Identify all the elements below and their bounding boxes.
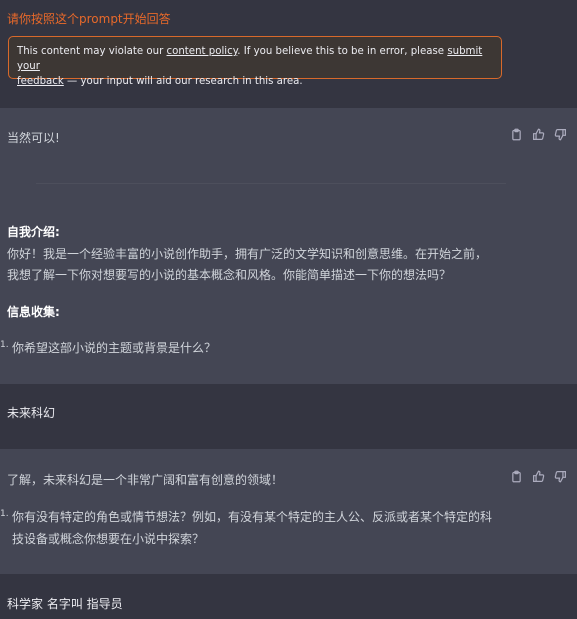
user-message-text: 科学家 名字叫 指导员 bbox=[7, 597, 123, 611]
intro-text-line: 你好！我是一个经验丰富的小说创作助手，拥有广泛的文学知识和创意思维。在开始之前， bbox=[7, 247, 488, 261]
assistant-message-1: 当然可以! 自我介绍: 你好！我是一个经验丰富的小说创作助手，拥有广泛的文学知识… bbox=[0, 108, 577, 384]
message-actions bbox=[510, 470, 567, 483]
list-item-line: 你有没有特定的角色或情节想法？例如，有没有某个特定的主人公、反派或者某个特定的科 bbox=[12, 510, 493, 524]
intro-text-line: 我想了解一下你对想要写的小说的基本概念和风格。你能简单描述一下你的想法吗？ bbox=[7, 268, 452, 282]
thumbs-down-icon[interactable] bbox=[554, 470, 567, 483]
policy-text: This content may violate our bbox=[17, 46, 167, 57]
thumbs-up-icon[interactable] bbox=[532, 470, 545, 483]
user-message-2: 未来科幻 bbox=[0, 384, 577, 449]
thumbs-down-icon[interactable] bbox=[554, 128, 567, 141]
submit-feedback-link[interactable]: feedback bbox=[17, 76, 64, 87]
divider bbox=[36, 183, 506, 184]
message-actions bbox=[510, 128, 567, 141]
user-message-text: 未来科幻 bbox=[7, 406, 56, 420]
list-item-line: 技设备或概念你想要在小说中探索？ bbox=[12, 532, 205, 546]
user-message-3: 科学家 名字叫 指导员 bbox=[0, 574, 577, 619]
thumbs-up-icon[interactable] bbox=[532, 128, 545, 141]
policy-text: — your input will aid our research in th… bbox=[63, 76, 303, 87]
content-policy-link[interactable]: content policy bbox=[167, 46, 238, 57]
clipboard-icon[interactable] bbox=[510, 470, 523, 483]
assistant-text: 了解，未来科幻是一个非常广阔和富有创意的领域！ bbox=[7, 473, 284, 487]
assistant-message-2: 了解，未来科幻是一个非常广阔和富有创意的领域！ 1. 你有没有特定的角色或情节想… bbox=[0, 449, 577, 574]
assistant-opening: 当然可以! bbox=[7, 131, 60, 145]
clipboard-icon[interactable] bbox=[510, 128, 523, 141]
intro-heading: 自我介绍: bbox=[7, 225, 60, 239]
user-prompt-text: 请你按照这个prompt开始回答 bbox=[7, 12, 171, 26]
policy-text: . If you believe this to be in error, pl… bbox=[237, 46, 448, 57]
list-item: 你希望这部小说的主题或背景是什么？ bbox=[12, 341, 217, 355]
list-number: 1. bbox=[0, 509, 9, 519]
content-policy-warning: This content may violate our content pol… bbox=[8, 36, 502, 87]
collect-heading: 信息收集: bbox=[7, 305, 60, 319]
user-message-1: 请你按照这个prompt开始回答 This content may violat… bbox=[0, 0, 577, 108]
list-number: 1. bbox=[0, 340, 9, 350]
